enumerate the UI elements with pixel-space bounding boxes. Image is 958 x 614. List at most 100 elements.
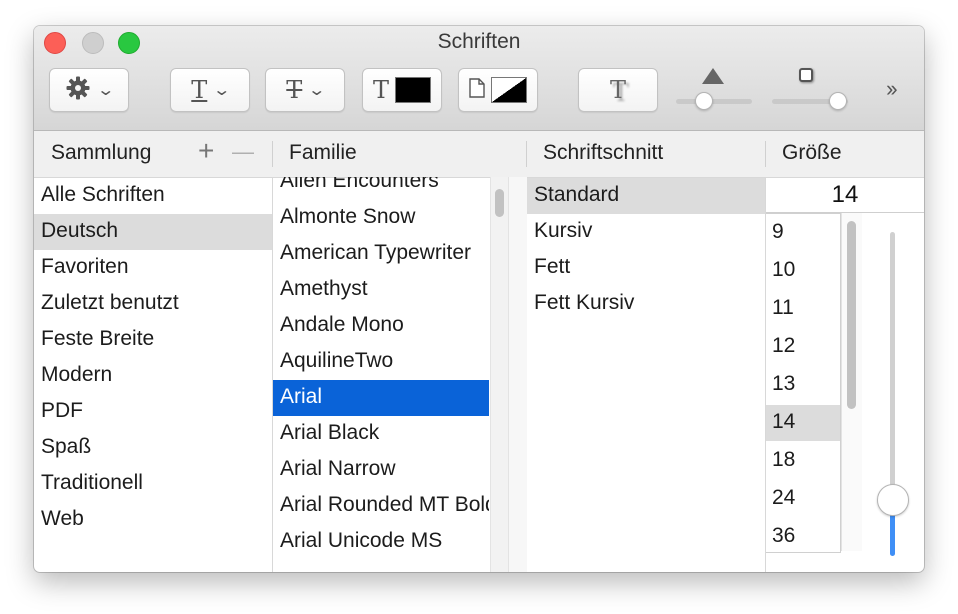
size-option[interactable]: 10 [766,253,840,289]
families-scrollbar[interactable] [490,177,509,572]
size-option[interactable]: 36 [766,519,840,552]
size-option[interactable]: 12 [766,329,840,365]
window-title: Schriften [437,30,521,53]
underline-icon: T [191,76,208,104]
collection-item-label: Zuletzt benutzt [41,291,179,314]
remove-collection-button[interactable]: — [232,139,254,165]
size-option[interactable]: 24 [766,481,840,517]
text-shadow-icon: T [609,76,626,104]
header-divider [765,141,766,167]
collection-item-label: Deutsch [41,219,119,242]
family-item[interactable]: Andale Mono [273,308,489,344]
family-item[interactable]: AquilineTwo [273,344,489,380]
size-list: 9 10 11 12 13 14 18 24 36 [766,213,841,553]
family-item-label: Alien Encounters [280,177,439,192]
collection-item[interactable]: Alle Schriften [34,178,272,214]
family-item[interactable]: American Typewriter [273,236,489,272]
typeface-item[interactable]: Fett [527,250,765,286]
shadow-blur-icon [799,68,813,82]
text-color-button[interactable]: T [362,68,442,112]
typeface-item[interactable]: Kursiv [527,214,765,250]
actions-menu-button[interactable]: ⌄ [49,68,129,112]
family-item[interactable]: Amethyst [273,272,489,308]
family-header: Familie [289,141,357,164]
collection-item[interactable]: Zuletzt benutzt [34,286,272,322]
chevron-down-icon: ⌄ [96,82,116,99]
collection-item[interactable]: PDF [34,394,272,430]
family-item[interactable]: Alien Encounters [273,177,489,200]
size-option[interactable]: 11 [766,291,840,327]
strikethrough-icon: T [286,76,303,104]
family-item-label: Arial Unicode MS [280,529,443,552]
document-color-swatch [491,77,527,103]
collection-item[interactable]: Modern [34,358,272,394]
collection-item[interactable]: Web [34,502,272,538]
family-item-label: Arial Narrow [280,457,396,480]
size-option[interactable]: 18 [766,443,840,479]
shadow-opacity-icon [702,68,724,84]
family-item-label: Almonte Snow [280,205,416,228]
shadow-opacity-slider-knob[interactable] [695,92,713,110]
typeface-item-label: Fett Kursiv [534,291,635,314]
collection-item[interactable]: Traditionell [34,466,272,502]
toolbar-overflow-button[interactable]: ›› [886,76,898,102]
add-collection-button[interactable]: + [198,135,214,167]
typeface-item[interactable]: Fett Kursiv [527,286,765,322]
size-option[interactable]: 9 [766,215,840,251]
families-list: Alien Encounters Almonte Snow American Typ… [273,177,489,572]
size-option-label: 9 [772,220,784,243]
gear-icon [65,75,91,106]
family-item[interactable]: Arial [273,380,489,416]
collection-item-label: PDF [41,399,83,422]
family-item-label: Arial Black [280,421,380,444]
size-option-label: 14 [772,410,796,433]
typeface-header: Schriftschnitt [543,141,664,164]
header-divider [526,141,527,167]
size-option-label: 13 [772,372,796,395]
size-slider-knob[interactable] [877,484,909,516]
collection-item-label: Web [41,507,84,530]
size-field[interactable]: 14 [766,178,924,213]
family-item[interactable]: Arial Unicode MS [273,524,489,560]
chevron-down-icon: ⌄ [212,82,232,99]
collection-item[interactable]: Deutsch [34,214,272,250]
collection-item-label: Alle Schriften [41,183,165,206]
shadow-blur-slider-knob[interactable] [829,92,847,110]
size-option[interactable]: 14 [766,405,840,441]
text-color-icon: T [372,76,389,104]
family-item[interactable]: Arial Black [273,416,489,452]
chevron-down-icon: ⌄ [307,82,327,99]
collection-item[interactable]: Feste Breite [34,322,272,358]
size-option-label: 10 [772,258,796,281]
text-color-swatch [395,77,431,103]
family-item-label: Arial [280,385,323,408]
document-color-button[interactable] [458,68,538,112]
family-item[interactable]: Arial Narrow [273,452,489,488]
size-list-scrollbar-thumb[interactable] [847,221,856,409]
typefaces-list: Standard Kursiv Fett Fett Kursiv [527,177,765,572]
family-item[interactable]: Arial Rounded MT Bold [273,488,489,524]
size-header: Größe [782,141,842,164]
typeface-item[interactable]: Standard [527,178,765,214]
collection-item-label: Spaß [41,435,92,458]
collection-item-label: Modern [41,363,113,386]
size-option[interactable]: 13 [766,367,840,403]
shadow-opacity-slider[interactable] [676,99,752,104]
fonts-window: Schriften ⌄ T ⌄ T ⌄ T T ›› Sammlung + — … [34,26,924,572]
header-divider [272,141,273,167]
families-scrollbar-thumb[interactable] [495,189,504,217]
strikethrough-menu-button[interactable]: T ⌄ [265,68,345,112]
column-headers: Sammlung + — Familie Schriftschnitt Größ… [34,131,924,178]
collection-item[interactable]: Favoriten [34,250,272,286]
typeface-item-label: Standard [534,183,620,206]
family-item-label: American Typewriter [280,241,472,264]
underline-menu-button[interactable]: T ⌄ [170,68,250,112]
collection-item[interactable]: Spaß [34,430,272,466]
family-item[interactable]: Almonte Snow [273,200,489,236]
size-list-scrollbar[interactable] [841,213,862,551]
collection-header: Sammlung [51,141,152,164]
size-option-label: 11 [772,296,794,319]
typeface-item-label: Kursiv [534,219,593,242]
families-scroll-gutter [508,177,527,572]
text-shadow-button[interactable]: T [578,68,658,112]
